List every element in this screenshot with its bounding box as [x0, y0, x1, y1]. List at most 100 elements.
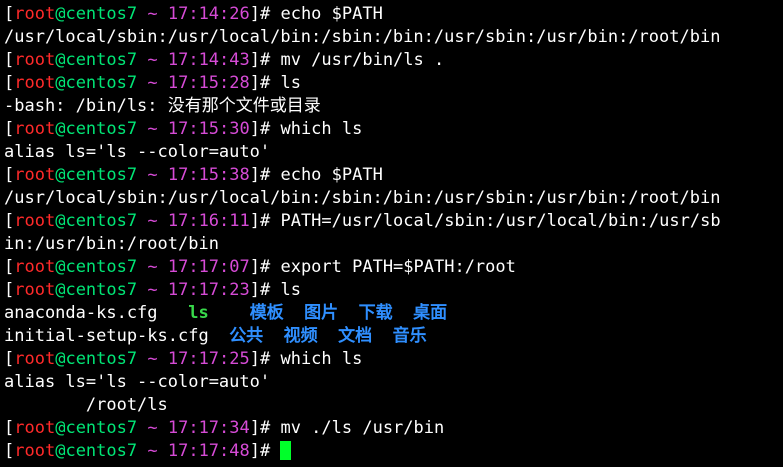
prompt-time: 17:17:23 — [167, 280, 250, 300]
prompt-open-bracket: [ — [4, 50, 15, 70]
prompt-at-sign: @ — [55, 119, 66, 139]
ls-directory-entry: 视频 — [283, 326, 318, 346]
prompt-close-bracket: ]# — [249, 73, 281, 93]
ls-file-entry: initial-setup-ks.cfg — [4, 326, 209, 346]
output-text: /usr/local/sbin:/usr/local/bin:/sbin:/bi… — [4, 27, 721, 47]
command-text: ls — [280, 73, 301, 93]
prompt-line: [root@centos7 ~ 17:15:30]# which ls — [4, 118, 783, 141]
prompt-time: 17:15:28 — [167, 73, 250, 93]
prompt-host: centos7 — [65, 211, 138, 231]
command-text: mv ./ls /usr/bin — [280, 418, 445, 438]
prompt-host: centos7 — [65, 349, 138, 369]
prompt-user: root — [14, 257, 56, 277]
prompt-time: 17:14:43 — [167, 50, 250, 70]
prompt-line: [root@centos7 ~ 17:15:28]# ls — [4, 72, 783, 95]
prompt-time: 17:17:34 — [167, 418, 250, 438]
prompt-user: root — [14, 418, 56, 438]
prompt-open-bracket: [ — [4, 211, 15, 231]
prompt-host: centos7 — [65, 280, 138, 300]
command-text: export PATH=$PATH:/root — [280, 257, 516, 277]
prompt-at-sign: @ — [55, 349, 66, 369]
ls-column-gap — [338, 303, 358, 323]
prompt-open-bracket: [ — [4, 280, 15, 300]
ls-column-gap — [372, 326, 392, 346]
output-line: /root/ls — [4, 394, 783, 417]
prompt-close-bracket: ]# — [249, 280, 281, 300]
command-text: echo $PATH — [280, 4, 383, 24]
prompt-user: root — [14, 280, 56, 300]
command-text: mv /usr/bin/ls . — [280, 50, 445, 70]
prompt-cwd: ~ — [147, 211, 158, 231]
prompt-host: centos7 — [65, 73, 138, 93]
output-line: alias ls='ls --color=auto' — [4, 371, 783, 394]
prompt-user: root — [14, 211, 56, 231]
ls-column-gap — [263, 326, 283, 346]
prompt-open-bracket: [ — [4, 349, 15, 369]
prompt-close-bracket: ]# — [249, 441, 281, 461]
prompt-line: [root@centos7 ~ 17:16:11]# PATH=/usr/loc… — [4, 210, 783, 233]
prompt-cwd: ~ — [147, 73, 158, 93]
prompt-at-sign: @ — [55, 280, 66, 300]
prompt-cwd: ~ — [147, 280, 158, 300]
prompt-time: 17:16:11 — [167, 211, 250, 231]
prompt-time: 17:14:26 — [167, 4, 250, 24]
prompt-cwd: ~ — [147, 257, 158, 277]
prompt-close-bracket: ]# — [249, 418, 281, 438]
ls-output-line: anaconda-ks.cfg ls 模板 图片 下载 桌面 — [4, 302, 783, 325]
prompt-close-bracket: ]# — [249, 119, 281, 139]
prompt-at-sign: @ — [55, 211, 66, 231]
prompt-cwd: ~ — [147, 441, 158, 461]
command-text: echo $PATH — [280, 165, 383, 185]
prompt-at-sign: @ — [55, 4, 66, 24]
prompt-host: centos7 — [65, 165, 138, 185]
prompt-time: 17:17:25 — [167, 349, 250, 369]
ls-directory-entry: 图片 — [304, 303, 339, 323]
ls-directory-entry: 模板 — [249, 303, 284, 323]
prompt-user: root — [14, 119, 56, 139]
prompt-user: root — [14, 441, 56, 461]
prompt-line: [root@centos7 ~ 17:14:43]# mv /usr/bin/l… — [4, 49, 783, 72]
ls-directory-entry: 文档 — [338, 326, 373, 346]
prompt-cwd: ~ — [147, 119, 158, 139]
ls-directory-entry: 桌面 — [413, 303, 448, 323]
prompt-open-bracket: [ — [4, 119, 15, 139]
prompt-line: [root@centos7 ~ 17:17:48]# — [4, 440, 783, 463]
prompt-open-bracket: [ — [4, 441, 15, 461]
prompt-host: centos7 — [65, 119, 138, 139]
prompt-cwd: ~ — [147, 4, 158, 24]
ls-file-entry: anaconda-ks.cfg — [4, 303, 158, 323]
prompt-user: root — [14, 165, 56, 185]
prompt-time: 17:17:07 — [167, 257, 250, 277]
ls-directory-entry: 音乐 — [392, 326, 427, 346]
output-text: /root/ls — [4, 395, 168, 415]
prompt-line: [root@centos7 ~ 17:17:07]# export PATH=$… — [4, 256, 783, 279]
prompt-close-bracket: ]# — [249, 349, 281, 369]
ls-column-gap — [158, 303, 189, 323]
prompt-close-bracket: ]# — [249, 211, 281, 231]
output-line: /usr/local/sbin:/usr/local/bin:/sbin:/bi… — [4, 187, 783, 210]
prompt-close-bracket: ]# — [249, 257, 281, 277]
prompt-time: 17:15:38 — [167, 165, 250, 185]
ls-executable-entry: ls — [188, 303, 209, 323]
prompt-cwd: ~ — [147, 165, 158, 185]
ls-output-line: initial-setup-ks.cfg 公共 视频 文档 音乐 — [4, 325, 783, 348]
prompt-time: 17:15:30 — [167, 119, 250, 139]
output-text: in:/usr/bin:/root/bin — [4, 234, 219, 254]
prompt-user: root — [14, 50, 56, 70]
terminal-window[interactable]: [root@centos7 ~ 17:14:26]# echo $PATH/us… — [0, 0, 783, 467]
